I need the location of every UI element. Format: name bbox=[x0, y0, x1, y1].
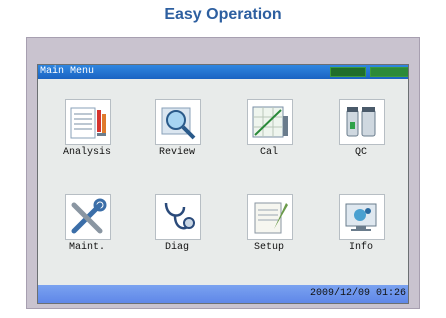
window-title: Main Menu bbox=[40, 66, 95, 77]
title-bar: Main Menu bbox=[38, 65, 408, 79]
status-indicator-1 bbox=[330, 67, 366, 77]
main-menu-grid: Analysis Review Cal QC Maint. Diag Setup… bbox=[38, 79, 408, 283]
device-screen: Main Menu Analysis Review Cal QC Maint. … bbox=[37, 64, 409, 304]
menu-item-review[interactable]: Review bbox=[136, 89, 218, 181]
menu-item-label: QC bbox=[354, 147, 367, 158]
maint-icon bbox=[65, 194, 111, 240]
diag-icon bbox=[155, 194, 201, 240]
menu-item-label: Diag bbox=[164, 242, 189, 253]
menu-item-qc[interactable]: QC bbox=[320, 89, 402, 181]
menu-item-diag[interactable]: Diag bbox=[136, 184, 218, 276]
status-bar: 2009/12/09 01:26 bbox=[38, 285, 408, 303]
menu-item-label: Cal bbox=[259, 147, 278, 158]
device-bezel: Main Menu Analysis Review Cal QC Maint. … bbox=[26, 37, 420, 309]
menu-item-label: Setup bbox=[253, 242, 284, 253]
menu-item-analysis[interactable]: Analysis bbox=[46, 89, 128, 181]
status-datetime: 2009/12/09 01:26 bbox=[309, 288, 406, 299]
setup-icon bbox=[247, 194, 293, 240]
menu-item-info[interactable]: Info bbox=[320, 184, 402, 276]
menu-item-setup[interactable]: Setup bbox=[228, 184, 310, 276]
menu-item-label: Info bbox=[348, 242, 373, 253]
review-icon bbox=[155, 99, 201, 145]
page-heading: Easy Operation bbox=[164, 6, 282, 23]
menu-item-label: Analysis bbox=[62, 147, 111, 158]
analysis-icon bbox=[65, 99, 111, 145]
info-icon bbox=[339, 194, 385, 240]
status-indicator-2 bbox=[370, 67, 408, 77]
menu-item-label: Review bbox=[158, 147, 195, 158]
qc-icon bbox=[339, 99, 385, 145]
cal-icon bbox=[247, 99, 293, 145]
menu-item-cal[interactable]: Cal bbox=[228, 89, 310, 181]
menu-item-label: Maint. bbox=[68, 242, 105, 253]
menu-item-maint[interactable]: Maint. bbox=[46, 184, 128, 276]
